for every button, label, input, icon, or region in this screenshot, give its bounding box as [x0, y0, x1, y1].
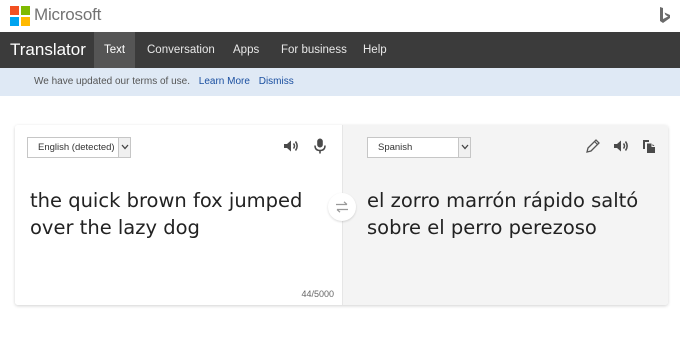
learn-more-link[interactable]: Learn More [199, 76, 250, 87]
top-navigation: Translator Text Conversation Apps For bu… [0, 32, 680, 68]
translator-card: English (detected) the quick brown fox j… [15, 125, 668, 305]
tab-conversation[interactable]: Conversation [137, 32, 225, 68]
swap-arrows-icon [336, 201, 348, 213]
microphone-icon[interactable] [310, 136, 330, 156]
target-language-value: Spanish [378, 142, 413, 153]
chevron-down-icon[interactable] [458, 138, 470, 157]
copy-icon[interactable] [639, 136, 659, 156]
terms-notice-bar: We have updated our terms of use. Learn … [0, 68, 680, 96]
source-pane: English (detected) the quick brown fox j… [15, 125, 342, 305]
source-language-select[interactable]: English (detected) [27, 137, 131, 158]
notice-message: We have updated our terms of use. [34, 76, 191, 87]
app-title[interactable]: Translator [10, 40, 86, 60]
translated-text-output: el zorro marrón rápido saltó sobre el pe… [367, 189, 639, 239]
tab-apps[interactable]: Apps [223, 32, 269, 68]
tab-for-business[interactable]: For business [271, 32, 357, 68]
microsoft-logo-icon[interactable] [10, 6, 31, 26]
speaker-icon[interactable] [281, 136, 301, 156]
bing-logo-icon[interactable] [658, 6, 672, 26]
chevron-down-icon[interactable] [118, 138, 130, 157]
brand-bar: Microsoft [0, 0, 680, 32]
microsoft-brand-name[interactable]: Microsoft [34, 5, 101, 25]
tab-text[interactable]: Text [94, 32, 136, 68]
character-count: 44/5000 [301, 289, 334, 299]
target-language-select[interactable]: Spanish [367, 137, 471, 158]
swap-languages-button[interactable] [328, 193, 356, 221]
source-language-value: English (detected) [38, 142, 115, 153]
source-text-input[interactable]: the quick brown fox jumped over the lazy… [30, 187, 320, 241]
target-pane: Spanish el zorro marrón rápido saltó sob… [342, 125, 668, 305]
pencil-icon[interactable] [583, 136, 603, 156]
tab-help[interactable]: Help [353, 32, 397, 68]
speaker-icon[interactable] [611, 136, 631, 156]
dismiss-link[interactable]: Dismiss [259, 76, 294, 87]
